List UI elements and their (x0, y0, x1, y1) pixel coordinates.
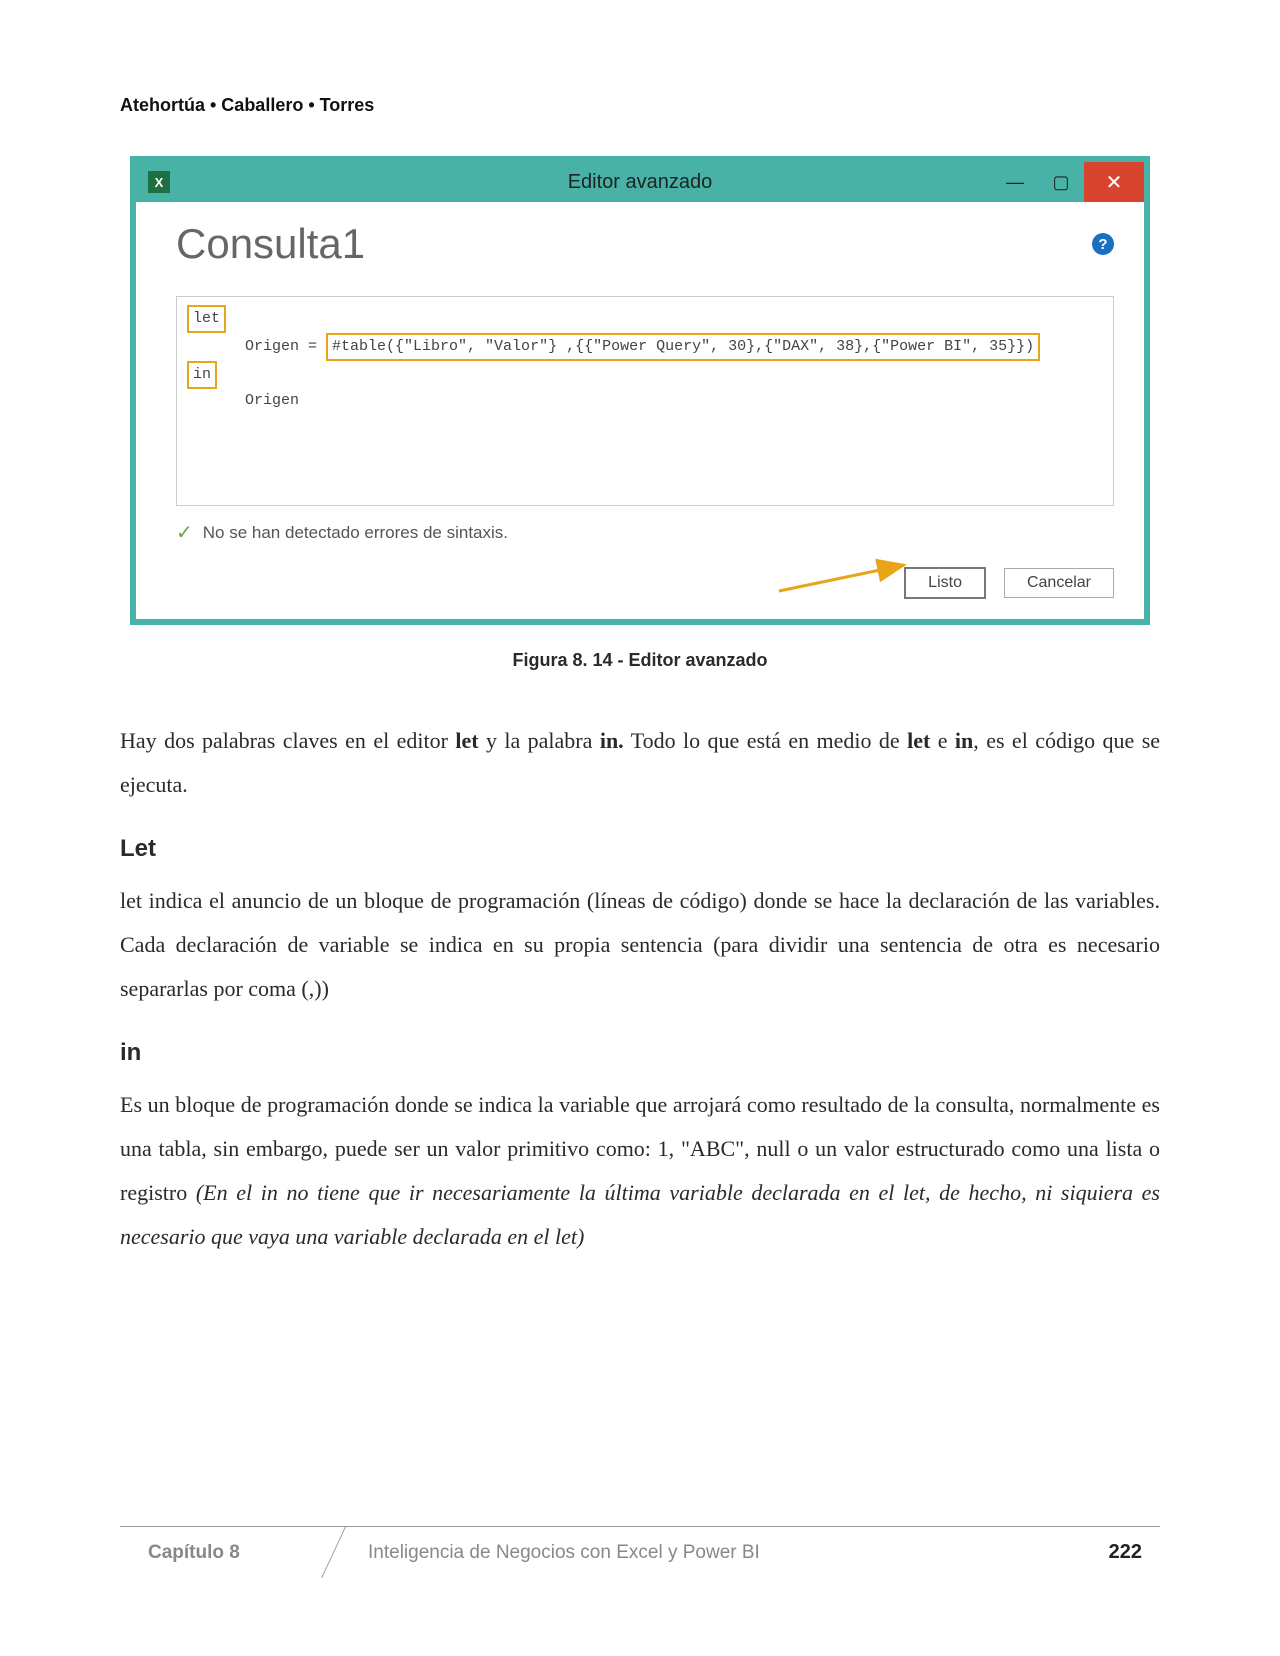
code-let-highlight: let (187, 305, 226, 333)
titlebar: X Editor avanzado — ▢ ✕ (136, 162, 1144, 202)
maximize-button[interactable]: ▢ (1038, 162, 1084, 202)
book-title: Inteligencia de Negocios con Excel y Pow… (320, 1542, 1109, 1564)
figure-caption: Figura 8. 14 - Editor avanzado (120, 650, 1160, 671)
help-icon[interactable]: ? (1092, 233, 1114, 255)
listo-button[interactable]: Listo (904, 567, 986, 599)
arrow-annotation (774, 555, 914, 595)
paragraph-in: Es un bloque de programación donde se in… (120, 1083, 1160, 1259)
code-return: Origen (245, 392, 299, 409)
page-number: 222 (1109, 1541, 1160, 1564)
window-controls: — ▢ ✕ (992, 162, 1144, 202)
authors-header: Atehortúa • Caballero • Torres (120, 95, 1160, 116)
cancelar-button[interactable]: Cancelar (1004, 568, 1114, 598)
excel-icon: X (148, 171, 170, 193)
status-text: No se han detectado errores de sintaxis. (203, 523, 508, 543)
heading-let: Let (120, 835, 1160, 863)
code-origen-label: Origen = (245, 338, 317, 355)
close-button[interactable]: ✕ (1084, 162, 1144, 202)
query-title: Consulta1 (176, 220, 365, 268)
editor-body: Consulta1 ? let Origen = #table({"Libro"… (136, 202, 1144, 619)
paragraph-let: let indica el anuncio de un bloque de pr… (120, 879, 1160, 1011)
heading-in: in (120, 1039, 1160, 1067)
chapter-label: Capítulo 8 (120, 1527, 320, 1578)
code-editor[interactable]: let Origen = #table({"Libro", "Valor"} ,… (176, 296, 1114, 506)
code-table-highlight: #table({"Libro", "Valor"} ,{{"Power Quer… (326, 333, 1040, 361)
code-in-highlight: in (187, 361, 217, 389)
page-footer: Capítulo 8 Inteligencia de Negocios con … (120, 1526, 1160, 1578)
minimize-button[interactable]: — (992, 162, 1038, 202)
syntax-status: ✓ No se han detectado errores de sintaxi… (176, 520, 1114, 545)
paragraph-intro: Hay dos palabras claves en el editor let… (120, 719, 1160, 807)
check-icon: ✓ (176, 520, 193, 545)
editor-window: X Editor avanzado — ▢ ✕ Consulta1 ? let … (130, 156, 1150, 625)
